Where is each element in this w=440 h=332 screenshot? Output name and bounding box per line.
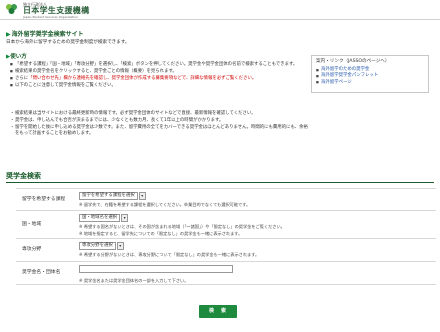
how-to-title: ▶使い方 bbox=[6, 54, 27, 60]
country-label: 国・地域 bbox=[22, 222, 42, 227]
field-hint: ※ 希望する分野がないときは、専攻分野について「限定なし」の奨学金も一緒に表示さ… bbox=[79, 252, 260, 257]
divider bbox=[6, 182, 434, 183]
country-field: 国・地域名を選択 ▾ ※ 希望する国名がないときは、その国が含まれる地域（「〜諸国… bbox=[79, 214, 285, 236]
field-label: 専攻分野 bbox=[22, 247, 42, 252]
country-select[interactable]: 国・地域名を選択 bbox=[79, 214, 121, 222]
scholarship-name-input[interactable] bbox=[79, 265, 233, 273]
how-to-item: 検索結果の奨学金名をクリックすると、奨学金ごとの情報（概要）を見られます。 bbox=[10, 69, 306, 75]
search-button[interactable]: 検 索 bbox=[199, 305, 237, 318]
country-select-value: 国・地域名を選択 bbox=[82, 215, 118, 221]
course-label: 留学を希望する課程 bbox=[22, 197, 66, 202]
country-hint-2: ※ 地域を指定すると、留学先についての「限定なし」の奨学金も一緒に表示されます。 bbox=[79, 230, 243, 236]
how-to-item: 「希望する課程」「国・地域」「専攻分野」を選択し、「検索」ボタンを押してください… bbox=[10, 62, 306, 68]
links-box-title: 案内・リンク（JASSOのページへ） bbox=[316, 59, 390, 64]
divider bbox=[16, 284, 436, 285]
jasso-logo-icon[interactable] bbox=[5, 3, 18, 15]
name-label: 奨学金名・団体名 bbox=[22, 270, 61, 275]
course-select-value: 留学を希望する課程を選択 bbox=[82, 193, 135, 199]
org-name-en: Japan Student Services Organization bbox=[23, 15, 78, 19]
search-heading: 奨学金検索 bbox=[6, 172, 41, 180]
page-title: ▶海外留学奨学金検索サイト bbox=[6, 31, 84, 38]
link-study-abroad-page[interactable]: 海外留学ページ bbox=[316, 80, 424, 86]
lead-text: 日本から海外に留学するための奨学金制度が検索できます。 bbox=[6, 40, 130, 45]
field-select-value: 専攻分野を選択 bbox=[82, 243, 113, 249]
chevron-down-icon[interactable]: ▾ bbox=[121, 214, 129, 222]
note-item: 留学を開始した後に申し込める奨学金は少数です。また、留学費用の全てをカバーできる… bbox=[10, 125, 310, 137]
note-item: 検索結果は当サイトにおける最終更新時の情報です。必ず奨学金団体のサイトなどで直接… bbox=[10, 111, 310, 117]
row-course: 留学を希望する課程 留学を希望する課程を選択 ▾ ※ 留学先で、在籍を希望する課程… bbox=[16, 188, 436, 210]
site-header: 独立行政法人 日本学生支援機構 Japan Student Services O… bbox=[0, 0, 440, 20]
links-box: 案内・リンク（JASSOのページへ） 海外留学のための奨学金 海外留学奨学金パン… bbox=[311, 55, 429, 93]
country-hint: ※ 希望する国名がないときは、その国が含まれる地域（「〜諸国」）や「限定なし」の… bbox=[79, 224, 285, 229]
field-select[interactable]: 専攻分野を選択 bbox=[79, 242, 116, 250]
field-field: 専攻分野を選択 ▾ ※ 希望する分野がないときは、専攻分野について「限定なし」の奨… bbox=[79, 242, 259, 258]
note-item: 奨学金は、申し込んでも合否が決まるまでには、少なくとも数カ月、長くて1年以上の時… bbox=[10, 118, 310, 124]
course-field: 留学を希望する課程を選択 ▾ ※ 留学先で、在籍を希望する課程を選択してください。… bbox=[79, 192, 250, 208]
course-hint: ※ 留学先で、在籍を希望する課程を選択してください。卒業目的でなくても選択可能で… bbox=[79, 202, 251, 207]
notes-list: 検索結果は当サイトにおける最終更新時の情報です。必ず奨学金団体のサイトなどで直接… bbox=[10, 111, 310, 138]
row-name: 奨学金名・団体名 ※ 奨学金名または奨学金団体名の一部を入力して下さい。 bbox=[16, 261, 436, 283]
how-to-item: さらに「問い合わせ先」欄から連絡先を確認し、奨学金団体が作成する募集要項などで、… bbox=[10, 76, 306, 82]
how-to-item-prefix: さらに bbox=[15, 75, 29, 81]
how-to-warning: 「問い合わせ先」欄から連絡先を確認し、奨学金団体が作成する募集要項などで、詳細な… bbox=[28, 75, 257, 81]
arrow-icon: ▶ bbox=[6, 31, 11, 38]
how-to-item: 以下のことに注意して奨学金情報をご覧ください。 bbox=[10, 83, 306, 89]
course-select[interactable]: 留学を希望する課程を選択 bbox=[79, 192, 138, 200]
chevron-down-icon[interactable]: ▾ bbox=[116, 242, 124, 250]
chevron-down-icon[interactable]: ▾ bbox=[138, 192, 146, 200]
row-field: 専攻分野 専攻分野を選択 ▾ ※ 希望する分野がないときは、専攻分野について「限定… bbox=[16, 238, 436, 260]
name-field: ※ 奨学金名または奨学金団体名の一部を入力して下さい。 bbox=[79, 265, 233, 284]
row-country: 国・地域 国・地域名を選択 ▾ ※ 希望する国名がないときは、その国が含まれる地域… bbox=[16, 210, 436, 237]
how-to-list: 「希望する課程」「国・地域」「専攻分野」を選択し、「検索」ボタンを押してください… bbox=[10, 62, 306, 90]
